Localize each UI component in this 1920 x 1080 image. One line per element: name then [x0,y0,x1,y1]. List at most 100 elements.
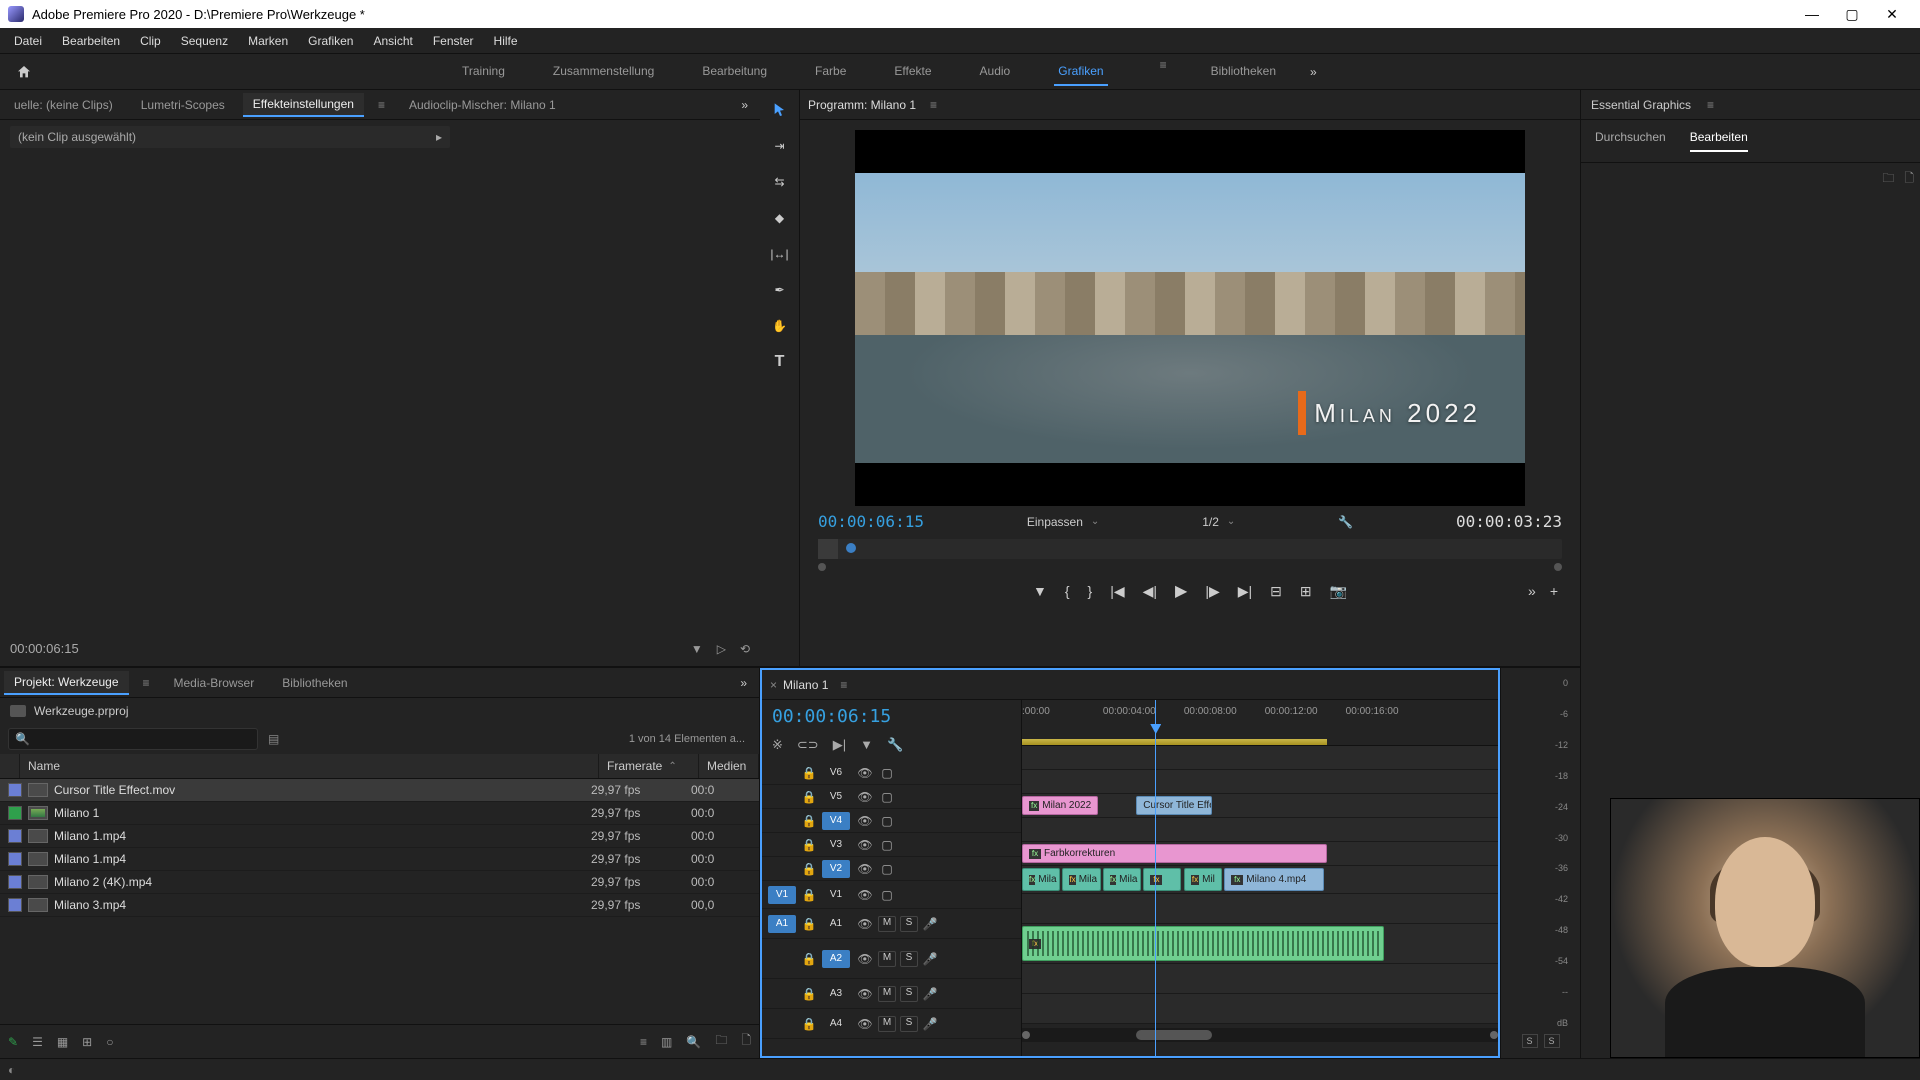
menu-ansicht[interactable]: Ansicht [363,30,422,52]
solo-button[interactable]: S [900,986,918,1002]
timeline-clip[interactable]: fxMilano 4.mp4 [1224,868,1324,891]
timeline-clip[interactable]: Cursor Title Effect [1136,796,1212,815]
project-item-row[interactable]: Cursor Title Effect.mov 29,97 fps 00:0 [0,779,759,802]
lock-icon[interactable]: 🔒 [800,838,818,852]
list-view-icon[interactable]: ☰ [32,1035,43,1049]
home-icon[interactable] [10,58,38,86]
panel-menu-icon[interactable]: ≡ [372,98,391,112]
resolution-dropdown[interactable]: 1/2⌄ [1202,515,1235,529]
audio-track-header-a4[interactable]: 🔒 A4 👁 M S 🎤 [762,1009,1021,1039]
eye-icon[interactable]: 👁 [854,1017,876,1031]
project-tab[interactable]: Projekt: Werkzeuge [4,671,129,695]
eye-icon[interactable]: 👁 [854,790,876,804]
timeline-clip[interactable]: fxMilan 2022 [1022,796,1098,815]
record-icon[interactable]: 🎤 [920,952,940,966]
timeline-clip[interactable]: fxFarbkorrekturen [1022,844,1327,863]
add-button-icon[interactable]: + [1550,583,1558,599]
project-item-row[interactable]: Milano 3.mp4 29,97 fps 00,0 [0,894,759,917]
track-target[interactable]: V1 [822,886,850,904]
record-icon[interactable]: 🎤 [920,917,940,931]
panel-menu-icon[interactable]: ≡ [137,676,156,690]
column-name[interactable]: Name [20,754,599,778]
source-patch[interactable]: V1 [768,886,796,904]
marker-icon[interactable]: ▶| [833,737,846,753]
source-tab[interactable]: uelle: (keine Clips) [4,94,123,116]
sync-lock-icon[interactable]: ▢ [876,766,898,780]
source-patch[interactable] [768,860,796,878]
menu-grafiken[interactable]: Grafiken [298,30,363,52]
source-patch[interactable]: A1 [768,915,796,933]
lock-icon[interactable]: 🔒 [800,917,818,931]
sync-lock-icon[interactable]: ▢ [876,838,898,852]
go-to-in-icon[interactable]: |◀ [1110,583,1124,600]
track-target[interactable]: V6 [822,764,850,782]
workspace-tab-zusammenstellung[interactable]: Zusammenstellung [549,58,658,86]
fx-badge-icon[interactable]: fx [1029,801,1039,811]
step-forward-icon[interactable]: |▶ [1205,583,1219,600]
eye-icon[interactable]: 👁 [854,987,876,1001]
lock-icon[interactable]: 🔒 [800,814,818,828]
fx-badge-icon[interactable]: fx [1069,875,1075,885]
video-track-v3[interactable] [1022,818,1498,842]
step-back-icon[interactable]: ◀| [1143,583,1157,600]
transition-icon[interactable]: ▷ [717,642,726,656]
source-tab[interactable]: Lumetri-Scopes [131,94,235,116]
title-overlay[interactable]: Milan 2022 [1298,391,1481,435]
sort-icon[interactable]: ≡ [640,1035,647,1049]
lock-icon[interactable]: 🔒 [800,862,818,876]
record-icon[interactable]: 🎤 [920,987,940,1001]
audio-track-a1[interactable] [1022,894,1498,924]
menu-sequenz[interactable]: Sequenz [171,30,238,52]
fx-badge-icon[interactable]: fx [1110,875,1116,885]
eye-icon[interactable]: 👁 [854,766,876,780]
label-chip[interactable] [8,852,22,866]
menu-hilfe[interactable]: Hilfe [484,30,528,52]
video-track-v4[interactable]: fxMilan 2022 Cursor Title Effect [1022,794,1498,818]
mark-out-bracket-icon[interactable]: } [1088,583,1093,599]
program-scrubber[interactable] [818,539,1562,559]
icon-view-icon[interactable]: ▦ [57,1035,68,1049]
panel-menu-icon[interactable]: ≡ [924,98,943,112]
workspace-tab-bibliotheken[interactable]: Bibliotheken [1207,58,1280,86]
eye-icon[interactable]: 👁 [854,917,876,931]
audio-track-a4[interactable] [1022,994,1498,1024]
source-tab[interactable]: Audioclip-Mischer: Milano 1 [399,94,566,116]
eg-tab-durchsuchen[interactable]: Durchsuchen [1595,130,1666,152]
menu-bearbeiten[interactable]: Bearbeiten [52,30,130,52]
fit-dropdown[interactable]: Einpassen⌄ [1027,515,1099,529]
solo-button[interactable]: S [900,1016,918,1032]
menu-marken[interactable]: Marken [238,30,298,52]
lock-icon[interactable]: 🔒 [800,790,818,804]
workspace-tab-effekte[interactable]: Effekte [890,58,935,86]
new-layer-icon[interactable]: 🗋 [1904,169,1914,190]
timeline-clip[interactable]: fx [1143,868,1181,891]
new-bin-icon[interactable]: 🗀 [715,1031,727,1052]
audio-track-header-a3[interactable]: 🔒 A3 👁 M S 🎤 [762,979,1021,1009]
track-target[interactable]: V3 [822,836,850,854]
source-tab[interactable]: Effekteinstellungen [243,93,364,117]
video-track-header-v5[interactable]: 🔒 V5 👁 ▢ [762,785,1021,809]
fx-badge-icon[interactable]: fx [1150,875,1162,885]
eye-icon[interactable]: 👁 [854,814,876,828]
track-target[interactable]: A3 [822,985,850,1003]
expand-icon[interactable]: » [732,676,755,690]
selection-tool-icon[interactable] [770,100,790,120]
solo-button[interactable]: S [900,916,918,932]
hand-tool-icon[interactable]: ✋ [770,316,790,336]
column-framerate[interactable]: Framerate⌃ [599,754,699,778]
label-chip[interactable] [8,898,22,912]
lock-icon[interactable]: 🔒 [800,1017,818,1031]
workspace-tab-audio[interactable]: Audio [976,58,1015,86]
close-sequence-icon[interactable]: × [770,678,783,692]
slip-tool-icon[interactable]: |↔| [770,244,790,264]
export-frame-icon[interactable]: 📷 [1330,583,1347,600]
meter-solo-button[interactable]: S [1544,1034,1560,1048]
label-chip[interactable] [8,875,22,889]
panel-menu-icon[interactable]: ≡ [1701,98,1720,112]
pencil-icon[interactable]: ✎ [8,1035,18,1049]
source-patch[interactable] [768,812,796,830]
sync-lock-icon[interactable]: ▢ [876,888,898,902]
source-patch[interactable] [768,788,796,806]
timeline-timecode[interactable]: 00:00:06:15 [772,706,1011,727]
mark-in-bracket-icon[interactable]: { [1065,583,1070,599]
